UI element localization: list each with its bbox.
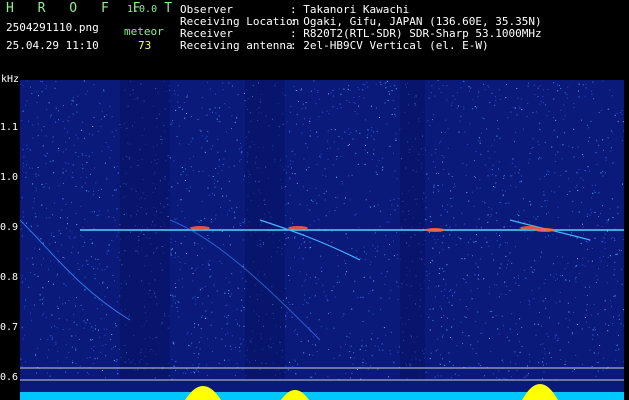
meteor-echo: [425, 228, 445, 232]
waterfall-spectrogram: [20, 80, 624, 400]
meteor-count: 73: [138, 39, 152, 52]
y-tick-label: 0.9: [0, 222, 19, 233]
meteor-label: meteor: [124, 25, 164, 38]
observation-datetime: 25.04.29 11:10: [6, 39, 99, 52]
y-tick-label: 0.8: [0, 272, 19, 283]
info-value-antenna: : 2el-HB9CV Vertical (el. E-W): [290, 39, 489, 52]
y-tick-label: 0.6: [0, 372, 19, 383]
y-tick-label: 1.1: [0, 122, 19, 133]
y-tick-label: 0.7: [0, 322, 19, 333]
meteor-echo: [190, 226, 210, 230]
y-tick-label: 1.0: [0, 172, 19, 183]
waterfall-background: [20, 80, 624, 400]
meteor-echo: [288, 226, 308, 230]
info-label-antenna: Receiving antenna: [180, 39, 293, 52]
file-name: 2504291110.png: [6, 21, 99, 34]
waterfall-svg: [20, 80, 624, 400]
hrofft-window: H R O F F T 1.0.0 2504291110.png meteor …: [0, 0, 629, 400]
meteor-echo: [535, 228, 555, 232]
app-version: 1.0.0: [127, 4, 158, 15]
y-axis-unit: kHz: [1, 74, 20, 85]
